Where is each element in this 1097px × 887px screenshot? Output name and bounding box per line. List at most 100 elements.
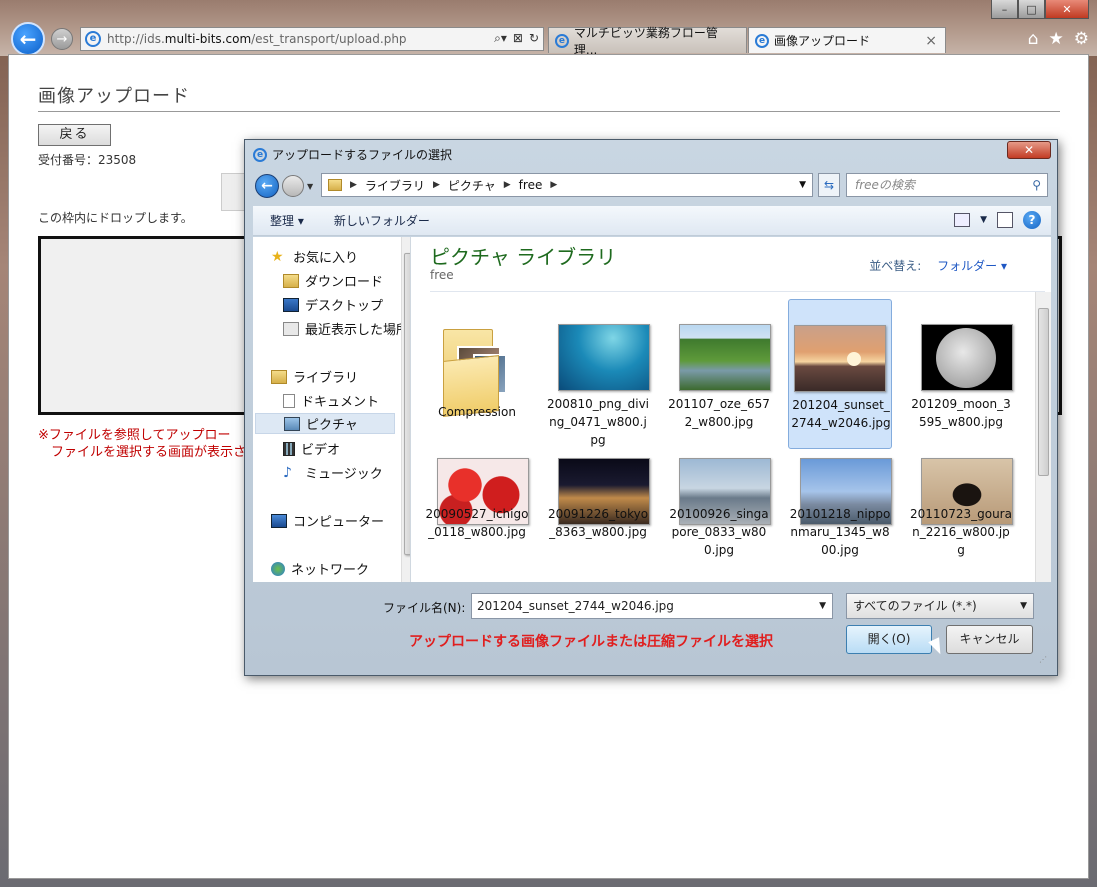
file-list-scrollbar[interactable]	[1035, 292, 1051, 582]
minimize-button[interactable]: –	[991, 0, 1018, 19]
nav-label: ピクチャ	[306, 418, 358, 433]
dialog-back-icon[interactable]: ←	[255, 174, 279, 198]
file-item[interactable]: 20100926_singapore_0833_w800.jpg	[667, 433, 771, 582]
dialog-footer: ファイル名(N): 201204_sunset_2744_w2046.jpg ▼…	[253, 583, 1051, 668]
upload-note: ※ファイルを参照してアップロー ファイルを選択する画面が表示さ	[38, 427, 258, 461]
nav-item-libraries[interactable]: ライブラリ	[271, 367, 358, 386]
computer-icon	[271, 513, 287, 528]
refresh-icon[interactable]: ⇆	[818, 173, 840, 197]
file-item-selected[interactable]: 201204_sunset_2744_w2046.jpg	[788, 299, 892, 449]
file-item[interactable]: 20091226_tokyo_8363_w800.jpg	[546, 433, 650, 582]
title-divider	[38, 111, 1060, 112]
file-item[interactable]: 20090527_ichigo_0118_w800.jpg	[425, 433, 529, 582]
breadcrumb-item[interactable]: ライブラリ	[365, 177, 425, 194]
nav-item-recent[interactable]: 最近表示した場所	[283, 319, 409, 338]
sort-dropdown[interactable]: フォルダー ▾	[937, 259, 1007, 273]
nav-label: ダウンロード	[305, 275, 384, 290]
filename-input[interactable]: 201204_sunset_2744_w2046.jpg ▼	[471, 593, 833, 619]
ie-icon: e	[555, 33, 569, 48]
nav-item-network[interactable]: ネットワーク	[271, 559, 369, 578]
file-name: Compression	[438, 405, 516, 419]
help-icon[interactable]: ?	[1023, 211, 1041, 229]
search-icon[interactable]: ⚲	[1032, 174, 1041, 196]
desktop-icon	[283, 297, 299, 312]
search-input[interactable]: freeの検索 ⚲	[846, 173, 1048, 197]
new-folder-button[interactable]: 新しいフォルダー	[334, 212, 430, 229]
file-item[interactable]: 201209_moon_3595_w800.jpg	[909, 299, 1013, 449]
address-bar[interactable]: e http://ids. multi-bits.com/est_transpor…	[80, 27, 544, 51]
chevron-down-icon[interactable]: ▼	[980, 215, 987, 225]
file-item[interactable]: 20101218_nipponmaru_1345_w800.jpg	[788, 433, 892, 582]
tab-workflow[interactable]: e マルチビッツ業務フロー管理...	[548, 26, 747, 57]
file-item[interactable]: 200810_png_diving_0471_w800.jpg	[546, 299, 650, 449]
url-path: /est_transport/upload.php	[251, 32, 407, 46]
library-icon	[271, 369, 287, 384]
chevron-down-icon[interactable]: ▼	[819, 594, 826, 618]
nav-item-videos[interactable]: ビデオ	[283, 439, 340, 458]
tab-label: 画像アップロード	[774, 34, 871, 48]
gear-icon[interactable]: ⚙	[1074, 29, 1089, 49]
dialog-titlebar: e アップロードするファイルの選択	[253, 146, 452, 163]
back-arrow-icon[interactable]: ←	[11, 22, 45, 56]
scrollbar-thumb[interactable]	[1038, 308, 1049, 476]
open-button[interactable]: 開く(O)	[846, 625, 932, 654]
network-icon	[271, 561, 285, 576]
window-controls: – □ ✕	[991, 0, 1089, 19]
nav-label: ドキュメント	[301, 395, 380, 410]
close-tab-icon[interactable]: ×	[925, 33, 937, 49]
dialog-close-button[interactable]: ✕	[1007, 141, 1051, 159]
preview-pane-icon[interactable]	[997, 212, 1013, 228]
breadcrumb[interactable]: ▶ ライブラリ ▶ ピクチャ ▶ free ▶ ▼	[321, 173, 813, 197]
chevron-down-icon[interactable]: ▼	[799, 180, 806, 190]
file-type-select[interactable]: すべてのファイル (*.*) ▼	[846, 593, 1034, 619]
file-open-dialog: e アップロードするファイルの選択 ✕ ← ▼ ▶ ライブラリ ▶ ピクチャ ▶…	[244, 139, 1058, 676]
favorites-star-icon[interactable]: ★	[1049, 29, 1064, 49]
recent-locations-dropdown-icon[interactable]: ▼	[307, 182, 313, 191]
nav-label: ライブラリ	[293, 371, 359, 386]
nav-item-documents[interactable]: ドキュメント	[283, 391, 379, 410]
file-name: 201204_sunset_2744_w2046.jpg	[791, 398, 891, 430]
browser-chrome: – □ ✕ ← → e http://ids. multi-bits.com/es…	[0, 0, 1097, 57]
filename-value: 201204_sunset_2744_w2046.jpg	[477, 599, 674, 613]
file-item[interactable]: Compression	[425, 299, 529, 449]
refresh-icon[interactable]: ↻	[529, 31, 539, 46]
file-item[interactable]: 20110723_gouran_2216_w800.jpg	[909, 433, 1013, 582]
maximize-button[interactable]: □	[1018, 0, 1045, 19]
nav-item-desktop[interactable]: デスクトップ	[283, 295, 383, 314]
chevron-down-icon[interactable]: ▼	[1020, 594, 1027, 618]
close-window-button[interactable]: ✕	[1045, 0, 1089, 19]
compat-view-icon[interactable]: ⊠	[513, 31, 523, 46]
library-subtitle: free	[430, 268, 454, 282]
cancel-button[interactable]: キャンセル	[946, 625, 1033, 654]
nav-item-music[interactable]: ♪ ミュージック	[283, 463, 383, 483]
nav-item-computer[interactable]: コンピューター	[271, 511, 384, 530]
search-placeholder: freeの検索	[855, 178, 915, 192]
home-icon[interactable]: ⌂	[1028, 29, 1039, 49]
library-divider	[430, 291, 1045, 292]
page-title: 画像アップロード	[38, 86, 190, 107]
resize-grip-icon[interactable]: ⋰	[1039, 655, 1047, 664]
nav-scrollbar[interactable]	[401, 237, 410, 582]
search-icon[interactable]: ⌕▾	[494, 31, 507, 46]
image-thumbnail	[794, 325, 886, 392]
file-list-pane: ピクチャ ライブラリ free 並べ替え: フォルダー ▾ Compressio…	[411, 237, 1051, 582]
nav-item-favorites[interactable]: ★ お気に入り	[271, 247, 358, 267]
sort-control[interactable]: 並べ替え: フォルダー ▾	[869, 257, 1007, 274]
back-button[interactable]: 戻る	[38, 124, 111, 146]
image-thumbnail	[679, 324, 771, 391]
pictures-icon	[284, 416, 300, 431]
breadcrumb-item[interactable]: free	[519, 178, 543, 192]
dialog-forward-icon[interactable]	[282, 175, 304, 197]
breadcrumb-item[interactable]: ピクチャ	[448, 177, 496, 194]
tab-image-upload[interactable]: e 画像アップロード ×	[748, 27, 946, 53]
change-view-icon[interactable]	[954, 213, 971, 227]
file-item[interactable]: 201107_oze_6572_w800.jpg	[667, 299, 771, 449]
filename-label: ファイル名(N):	[383, 601, 466, 615]
file-name: 201107_oze_6572_w800.jpg	[668, 397, 770, 429]
nav-item-pictures[interactable]: ピクチャ	[255, 413, 395, 434]
video-icon	[283, 441, 295, 456]
nav-item-downloads[interactable]: ダウンロード	[283, 271, 383, 290]
forward-arrow-icon[interactable]: →	[51, 28, 73, 50]
scrollbar-thumb[interactable]	[404, 253, 410, 555]
organize-button[interactable]: 整理 ▾	[270, 212, 304, 229]
